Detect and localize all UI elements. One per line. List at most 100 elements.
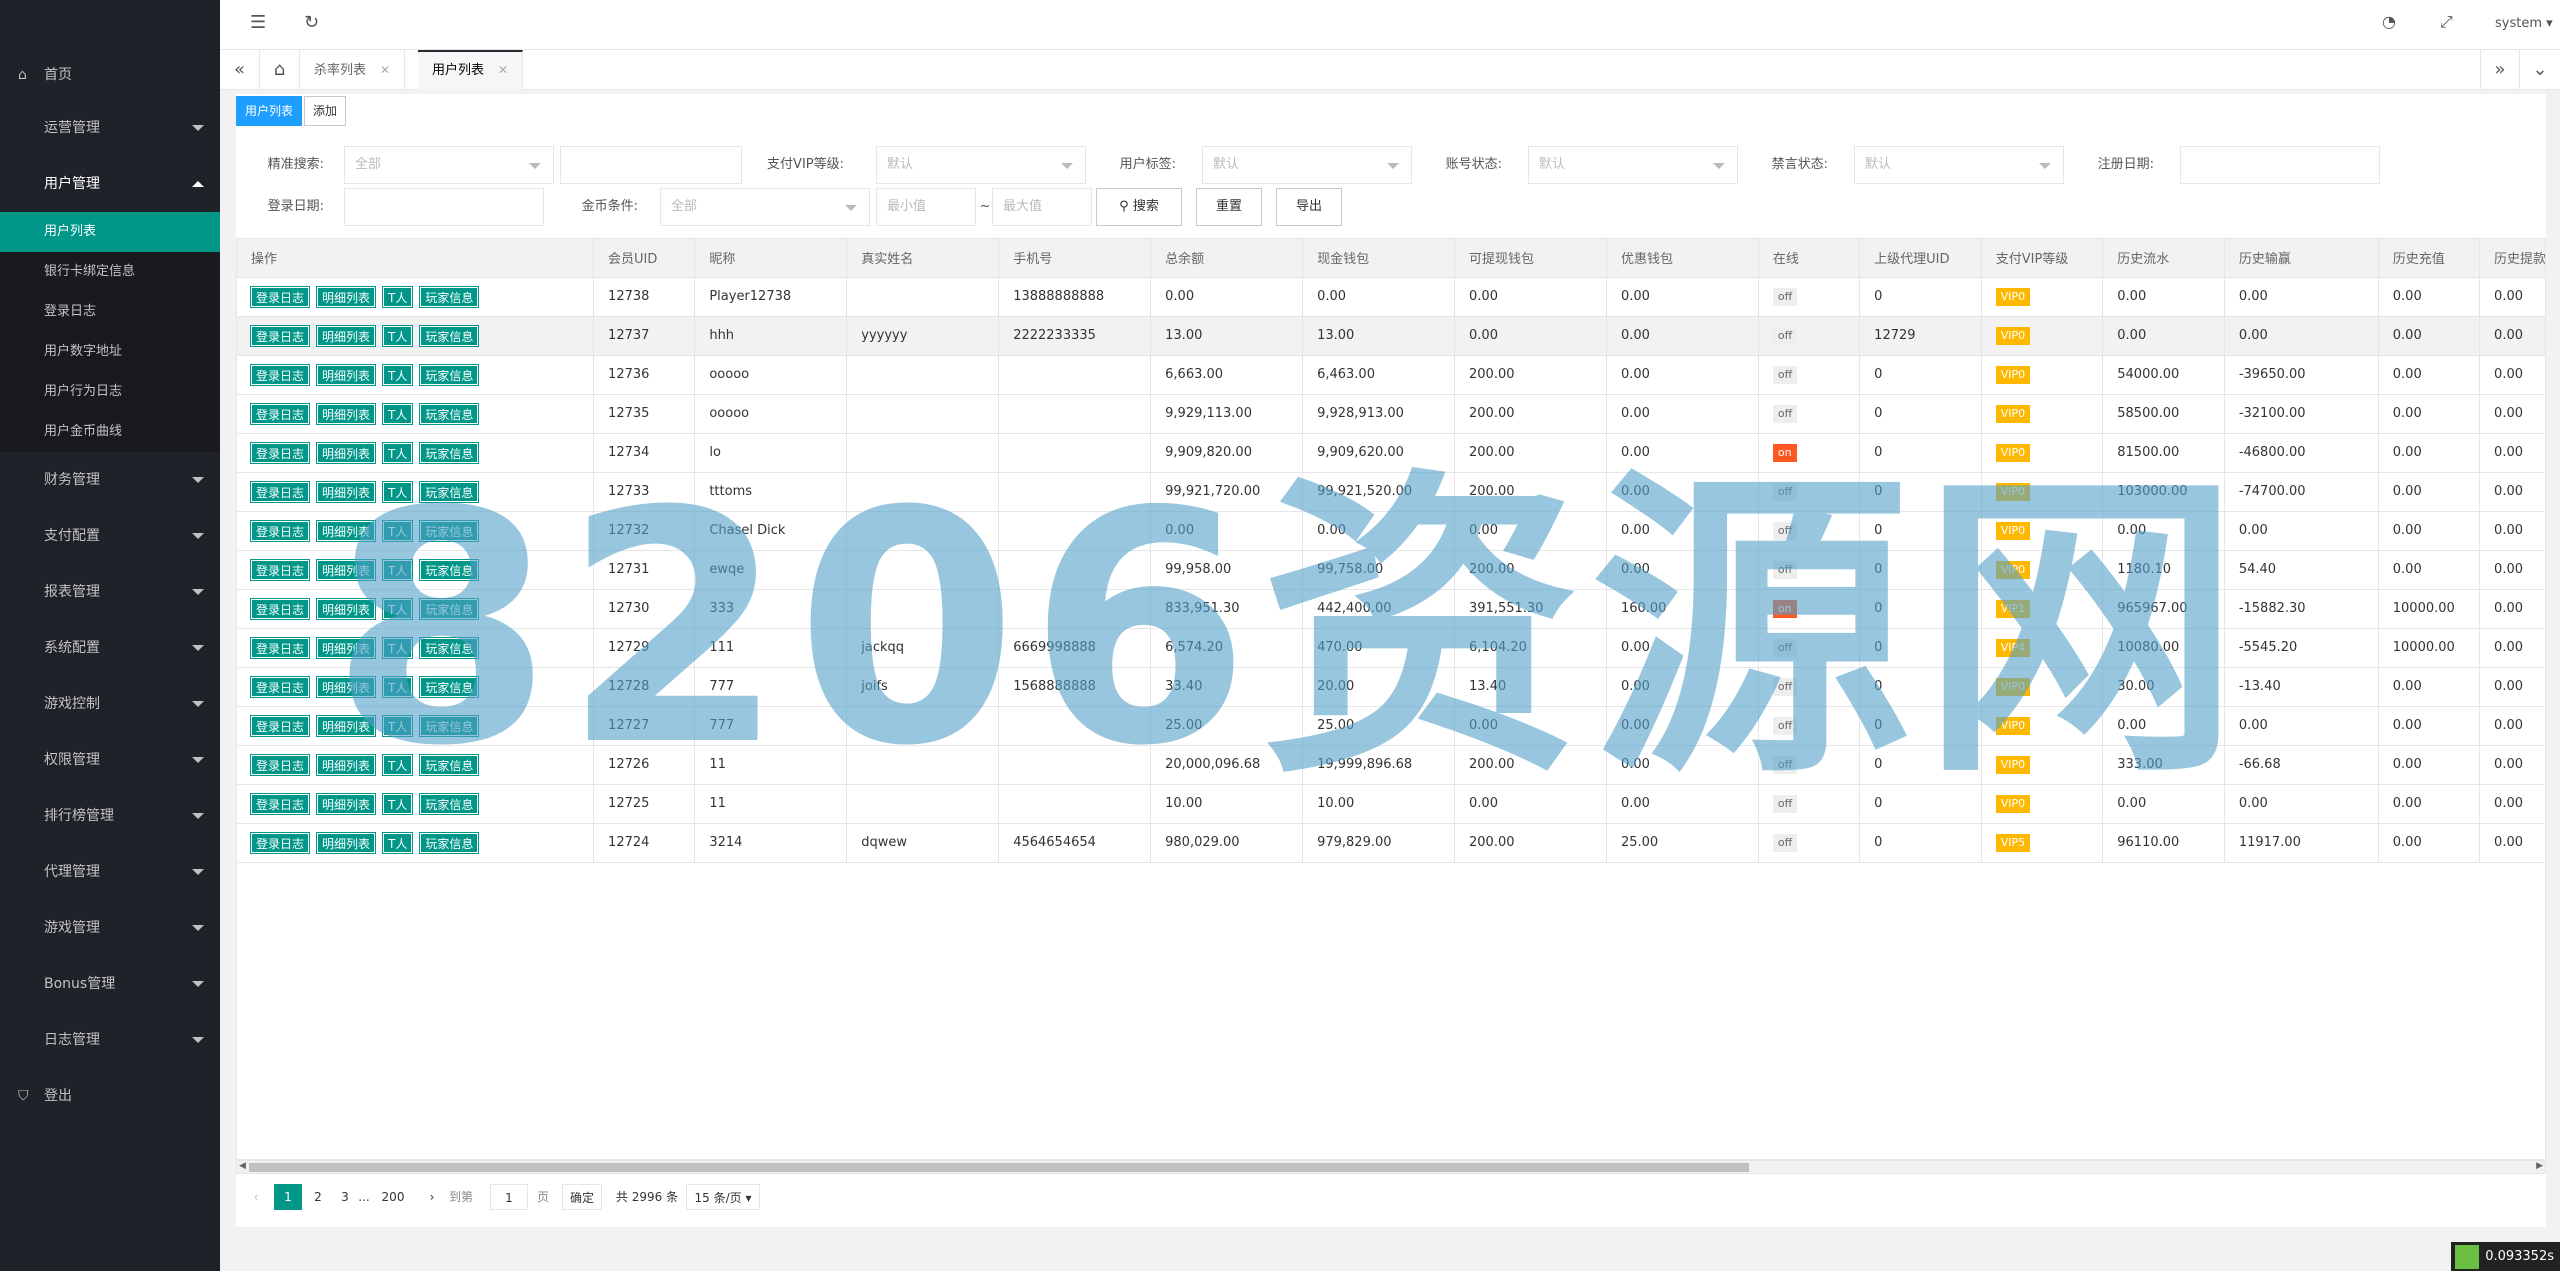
submenu-item-4[interactable]: 用户行为日志	[0, 372, 220, 412]
sidebar-item-11[interactable]: Bonus管理	[0, 956, 220, 1012]
exact-search-input[interactable]	[560, 146, 742, 184]
kick-button[interactable]: T人	[382, 558, 414, 581]
submenu-item-2[interactable]: 登录日志	[0, 292, 220, 332]
sidebar-item-5[interactable]: 系统配置	[0, 620, 220, 676]
column-header[interactable]: 历史充值	[2378, 239, 2481, 278]
fullscreen-icon[interactable]: ⤢	[2440, 12, 2453, 32]
reset-button[interactable]: 重置	[1196, 188, 1262, 226]
kick-button[interactable]: T人	[382, 519, 414, 542]
tabs-menu-icon[interactable]: ⌄	[2520, 50, 2560, 90]
column-header[interactable]: 手机号	[998, 239, 1152, 278]
login-log-button[interactable]: 登录日志	[249, 363, 311, 386]
sidebar-item-4[interactable]: 报表管理	[0, 564, 220, 620]
submenu-item-5[interactable]: 用户金币曲线	[0, 412, 220, 452]
search-button[interactable]: ⚲ 搜索	[1096, 188, 1182, 226]
column-header[interactable]: 总余额	[1150, 239, 1304, 278]
sidebar-item-6[interactable]: 游戏控制	[0, 676, 220, 732]
login-log-button[interactable]: 登录日志	[249, 714, 311, 737]
login-log-button[interactable]: 登录日志	[249, 597, 311, 620]
login-date-input[interactable]	[344, 188, 544, 226]
login-log-button[interactable]: 登录日志	[249, 285, 311, 308]
kick-button[interactable]: T人	[382, 753, 414, 776]
column-header[interactable]: 现金钱包	[1302, 239, 1456, 278]
player-info-button[interactable]: 玩家信息	[419, 831, 480, 854]
horizontal-scrollbar[interactable]: ◀ ▶	[236, 1160, 2546, 1174]
detail-list-button[interactable]: 明细列表	[316, 363, 377, 386]
goto-confirm-button[interactable]: 确定	[562, 1184, 602, 1210]
player-info-button[interactable]: 玩家信息	[419, 324, 480, 347]
sidebar-item-0[interactable]: 运营管理	[0, 100, 220, 156]
column-header[interactable]: 支付VIP等级	[1981, 239, 2104, 278]
page-200[interactable]: 200	[376, 1184, 410, 1210]
submenu-item-3[interactable]: 用户数字地址	[0, 332, 220, 372]
min-value-input[interactable]: 最小值	[876, 188, 976, 226]
kick-button[interactable]: T人	[382, 441, 414, 464]
export-button[interactable]: 导出	[1276, 188, 1342, 226]
detail-list-button[interactable]: 明细列表	[316, 441, 377, 464]
kick-button[interactable]: T人	[382, 402, 414, 425]
login-log-button[interactable]: 登录日志	[249, 402, 311, 425]
sidebar-item-10[interactable]: 游戏管理	[0, 900, 220, 956]
kick-button[interactable]: T人	[382, 831, 414, 854]
player-info-button[interactable]: 玩家信息	[419, 753, 480, 776]
login-log-button[interactable]: 登录日志	[249, 519, 311, 542]
detail-list-button[interactable]: 明细列表	[316, 480, 377, 503]
login-log-button[interactable]: 登录日志	[249, 480, 311, 503]
account-status-select[interactable]: 默认	[1528, 146, 1738, 184]
detail-list-button[interactable]: 明细列表	[316, 558, 377, 581]
kick-button[interactable]: T人	[382, 480, 414, 503]
detail-list-button[interactable]: 明细列表	[316, 831, 377, 854]
tab-kill-rate[interactable]: 杀率列表 ✕	[300, 50, 406, 90]
detail-list-button[interactable]: 明细列表	[316, 753, 377, 776]
column-header[interactable]: 真实姓名	[846, 239, 1000, 278]
column-header[interactable]: 会员UID	[593, 239, 696, 278]
sidebar-item-2[interactable]: 财务管理	[0, 452, 220, 508]
column-header[interactable]: 优惠钱包	[1606, 239, 1759, 278]
player-info-button[interactable]: 玩家信息	[419, 402, 480, 425]
column-header[interactable]: 在线	[1758, 239, 1861, 278]
tab-home-icon[interactable]: ⌂	[260, 50, 300, 90]
user-menu[interactable]: system ▾	[2495, 16, 2553, 31]
login-log-button[interactable]: 登录日志	[249, 675, 311, 698]
column-header[interactable]: 可提现钱包	[1454, 239, 1607, 278]
player-info-button[interactable]: 玩家信息	[419, 792, 480, 815]
detail-list-button[interactable]: 明细列表	[316, 402, 377, 425]
page-1[interactable]: 1	[274, 1184, 302, 1210]
kick-button[interactable]: T人	[382, 363, 414, 386]
exact-search-select[interactable]: 全部	[344, 146, 554, 184]
player-info-button[interactable]: 玩家信息	[419, 285, 480, 308]
detail-list-button[interactable]: 明细列表	[316, 792, 377, 815]
player-info-button[interactable]: 玩家信息	[419, 480, 480, 503]
player-info-button[interactable]: 玩家信息	[419, 519, 480, 542]
column-header[interactable]: 操作	[237, 239, 595, 278]
tabs-left-icon[interactable]: «	[220, 50, 260, 90]
scroll-right-icon[interactable]: ▶	[2536, 1161, 2543, 1171]
detail-list-button[interactable]: 明细列表	[316, 597, 377, 620]
prev-page-icon[interactable]: ‹	[246, 1184, 266, 1210]
login-log-button[interactable]: 登录日志	[249, 636, 311, 659]
menu-collapse-icon[interactable]: ☰	[250, 12, 266, 33]
tab-user-list[interactable]: 用户列表 ✕	[418, 50, 524, 90]
kick-button[interactable]: T人	[382, 636, 414, 659]
login-log-button[interactable]: 登录日志	[249, 324, 311, 347]
kick-button[interactable]: T人	[382, 714, 414, 737]
sidebar-item-1[interactable]: 用户管理	[0, 156, 220, 212]
column-header[interactable]: 历史输赢	[2224, 239, 2379, 278]
sidebar-item-12[interactable]: 日志管理	[0, 1012, 220, 1068]
sidebar-item-7[interactable]: 权限管理	[0, 732, 220, 788]
kick-button[interactable]: T人	[382, 792, 414, 815]
debug-timer[interactable]: 0.093352s	[2451, 1242, 2560, 1271]
register-date-input[interactable]	[2180, 146, 2380, 184]
detail-list-button[interactable]: 明细列表	[316, 519, 377, 542]
add-button[interactable]: 添加	[304, 96, 347, 126]
kick-button[interactable]: T人	[382, 675, 414, 698]
login-log-button[interactable]: 登录日志	[249, 831, 311, 854]
column-header[interactable]: 历史提款	[2479, 239, 2545, 278]
player-info-button[interactable]: 玩家信息	[419, 714, 480, 737]
login-log-button[interactable]: 登录日志	[249, 558, 311, 581]
goto-input[interactable]: 1	[490, 1184, 528, 1210]
coin-condition-select[interactable]: 全部	[660, 188, 870, 226]
tag-select[interactable]: 默认	[1202, 146, 1412, 184]
vip-select[interactable]: 默认	[876, 146, 1086, 184]
close-icon[interactable]: ✕	[380, 63, 390, 77]
